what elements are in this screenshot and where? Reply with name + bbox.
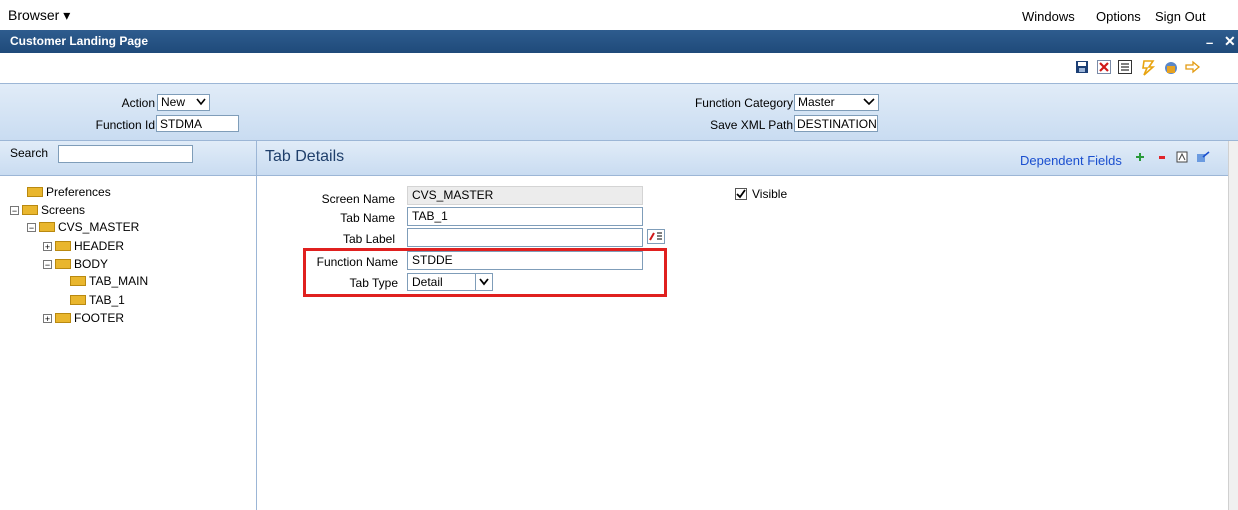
search-label: Search xyxy=(10,146,49,160)
export-icon[interactable] xyxy=(1196,151,1210,166)
tree-label: Screens xyxy=(41,203,86,217)
folder-icon xyxy=(22,205,38,215)
collapse-icon[interactable]: − xyxy=(27,223,36,233)
tab-label-label: Tab Label xyxy=(342,232,395,246)
tree-label: Preferences xyxy=(46,185,111,199)
tree-label: FOOTER xyxy=(74,311,124,325)
tree-label: CVS_MASTER xyxy=(58,220,140,234)
tree-label: BODY xyxy=(74,257,109,271)
function-category-value: Master xyxy=(798,95,835,109)
visible-checkbox[interactable] xyxy=(735,188,747,200)
function-category-select[interactable]: Master xyxy=(794,94,879,111)
folder-icon xyxy=(70,295,86,305)
folder-icon xyxy=(39,222,55,232)
tab-name-field[interactable]: TAB_1 xyxy=(407,207,643,226)
chevron-down-icon xyxy=(196,95,206,113)
folder-icon xyxy=(55,313,71,323)
save-xml-path-field[interactable]: DESTINATION xyxy=(794,115,878,132)
action-label: Action xyxy=(121,96,155,110)
visible-label: Visible xyxy=(752,187,788,201)
dependent-fields-link[interactable]: Dependent Fields xyxy=(1020,153,1122,168)
close-icon[interactable]: ✕ xyxy=(1224,33,1236,50)
highlight-box xyxy=(303,248,667,297)
tree-item-tab-main[interactable]: TAB_MAIN xyxy=(70,273,148,290)
function-id-field[interactable]: STDMA xyxy=(156,115,239,132)
collapse-icon[interactable]: − xyxy=(10,206,19,216)
minimize-icon[interactable]: – xyxy=(1206,35,1213,50)
window-title: Customer Landing Page xyxy=(10,34,149,48)
exit-arrow-icon[interactable] xyxy=(1185,60,1201,74)
generate-icon[interactable] xyxy=(1140,60,1156,76)
expand-icon[interactable]: + xyxy=(43,242,52,252)
tree-item-screens[interactable]: − Screens xyxy=(10,202,85,219)
tree-item-footer[interactable]: + FOOTER xyxy=(43,310,124,327)
save-xml-path-label: Save XML Path xyxy=(710,118,793,132)
action-value: New xyxy=(161,95,186,109)
folder-icon xyxy=(70,276,86,286)
collapse-icon[interactable]: − xyxy=(43,260,52,270)
tree-item-body[interactable]: − BODY xyxy=(43,256,108,273)
header-form xyxy=(0,84,1238,141)
scrollbar[interactable] xyxy=(1228,141,1238,510)
tree-label: TAB_MAIN xyxy=(89,274,149,288)
tab-label-field[interactable] xyxy=(407,228,643,247)
folder-icon xyxy=(27,187,43,197)
action-select[interactable]: New xyxy=(157,94,210,111)
deploy-icon[interactable] xyxy=(1163,60,1177,74)
tree-item-cvs-master[interactable]: − CVS_MASTER xyxy=(27,219,139,236)
sign-out-link[interactable]: Sign Out xyxy=(1155,9,1206,24)
tree-label: HEADER xyxy=(74,239,125,253)
browser-menu[interactable]: Browser ▾ xyxy=(8,7,70,24)
expand-icon[interactable]: + xyxy=(43,314,52,324)
tree-item-header[interactable]: + HEADER xyxy=(43,238,124,255)
translation-icon[interactable] xyxy=(647,229,665,244)
list-icon[interactable] xyxy=(1118,60,1132,74)
chevron-down-icon xyxy=(863,95,875,113)
tab-name-label: Tab Name xyxy=(340,211,395,225)
windows-link[interactable]: Windows xyxy=(1022,9,1075,24)
save-icon[interactable] xyxy=(1075,60,1089,74)
delete-icon[interactable] xyxy=(1097,60,1111,74)
options-link[interactable]: Options xyxy=(1096,9,1141,24)
folder-icon xyxy=(55,259,71,269)
tree-item-tab-1[interactable]: TAB_1 xyxy=(70,292,125,309)
delete-row-icon[interactable] xyxy=(1156,151,1168,166)
screen-name-field: CVS_MASTER xyxy=(407,186,643,205)
panel-title: Tab Details xyxy=(265,148,345,165)
screen-name-label: Screen Name xyxy=(321,192,395,206)
function-category-label: Function Category xyxy=(694,96,793,110)
search-input[interactable] xyxy=(58,145,193,163)
function-id-label: Function Id xyxy=(95,118,155,132)
folder-icon xyxy=(55,241,71,251)
tree-item-preferences[interactable]: Preferences xyxy=(27,184,111,201)
window-title-bar xyxy=(0,30,1238,53)
add-row-icon[interactable] xyxy=(1134,151,1146,166)
toolbar xyxy=(0,53,1238,84)
edit-row-icon[interactable] xyxy=(1176,151,1188,166)
tree-label: TAB_1 xyxy=(89,293,125,307)
